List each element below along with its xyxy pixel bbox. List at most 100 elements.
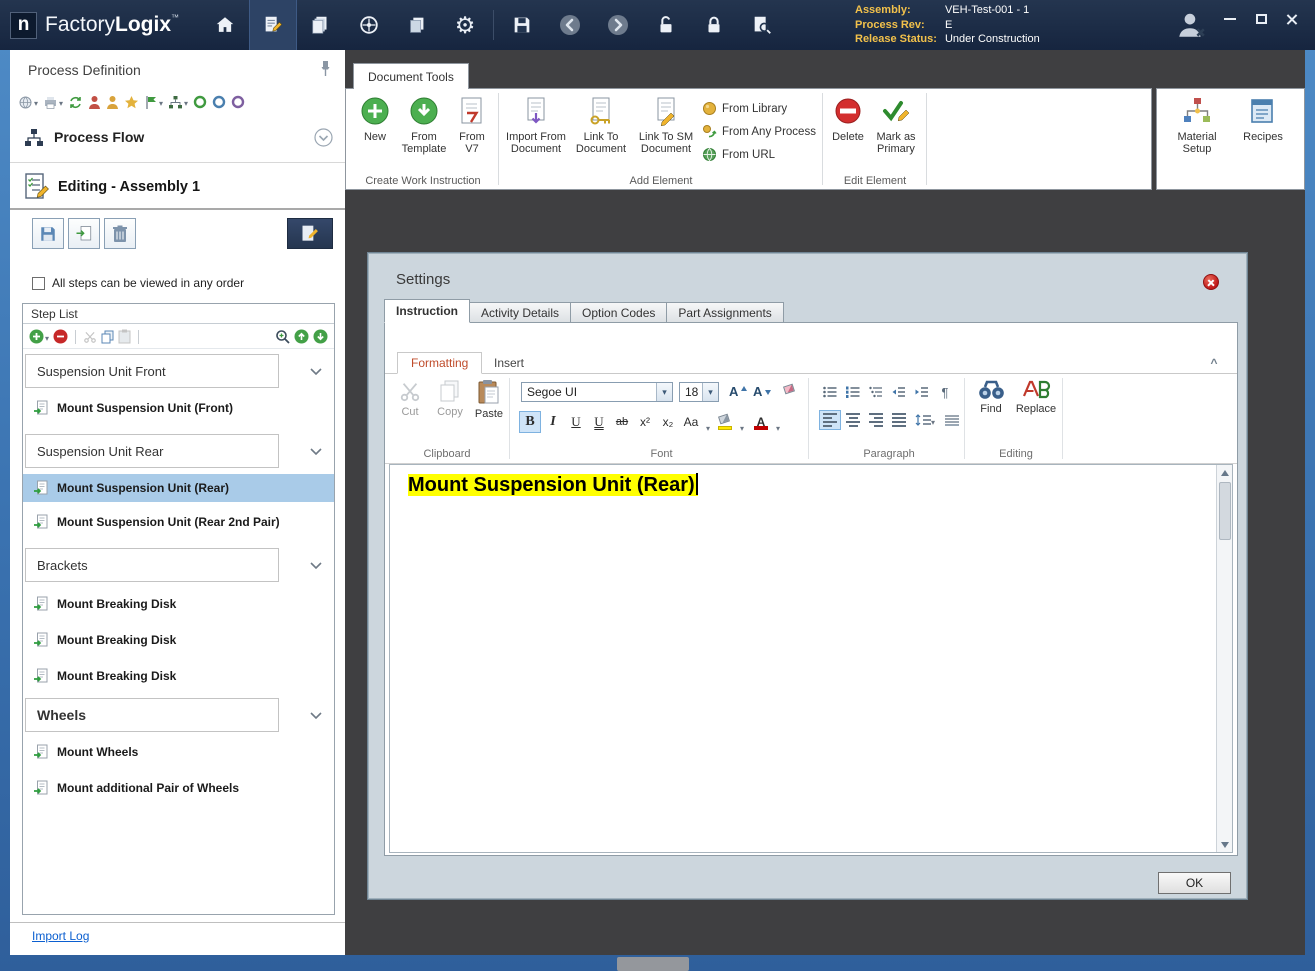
link-to-sm-document-button[interactable]: Link To SM Document [634, 93, 698, 173]
delete-process-button[interactable] [104, 218, 136, 249]
cut-step-button[interactable] [83, 330, 97, 344]
tree-view-button[interactable] [168, 93, 188, 111]
any-order-checkbox-row[interactable]: All steps can be viewed in any order [32, 276, 244, 290]
step-item[interactable]: Mount Suspension Unit (Front) [23, 394, 334, 421]
settings-button[interactable] [441, 0, 489, 50]
process-flow-row[interactable]: Process Flow [10, 120, 345, 156]
find-button[interactable]: Find [972, 379, 1010, 443]
tab-activity-details[interactable]: Activity Details [470, 302, 572, 323]
editor-scrollbar[interactable] [1216, 465, 1232, 852]
maximize-button[interactable] [1254, 12, 1268, 26]
process-documents-button[interactable] [297, 0, 345, 50]
release-button[interactable] [144, 93, 163, 111]
scrollbar-thumb[interactable] [1218, 482, 1231, 540]
line-spacing-button[interactable] [911, 410, 939, 430]
group-brackets[interactable]: Brackets [25, 548, 279, 582]
delete-element-button[interactable]: Delete [828, 93, 868, 173]
show-formatting-marks-button[interactable] [934, 382, 956, 402]
tab-option-codes[interactable]: Option Codes [571, 302, 668, 323]
import-log-link[interactable]: Import Log [32, 929, 89, 943]
close-dialog-button[interactable] [1203, 273, 1221, 291]
approvals-button[interactable] [124, 95, 139, 110]
step-item[interactable]: Mount Breaking Disk [23, 590, 334, 617]
mark-as-primary-button[interactable]: Mark as Primary [870, 93, 922, 173]
paste-button[interactable]: Paste [471, 379, 507, 443]
shading-button[interactable] [941, 410, 963, 430]
step-item[interactable]: Mount Breaking Disk [23, 662, 334, 689]
navigate-button[interactable] [345, 0, 393, 50]
link-to-document-button[interactable]: Link To Document [570, 93, 632, 173]
move-step-up-button[interactable] [294, 329, 309, 344]
align-left-button[interactable] [819, 410, 841, 430]
change-case-button[interactable] [680, 411, 702, 433]
font-family-select[interactable]: Segoe UI [521, 382, 673, 402]
status-blue-button[interactable] [212, 95, 226, 109]
zoom-step-button[interactable] [275, 329, 290, 344]
move-step-down-button[interactable] [313, 329, 328, 344]
step-item-selected[interactable]: Mount Suspension Unit (Rear) [23, 474, 334, 502]
sync-button[interactable] [68, 95, 83, 110]
recipes-button[interactable]: Recipes [1235, 93, 1291, 173]
tab-insert[interactable]: Insert [481, 352, 537, 374]
cut-button[interactable]: Cut [393, 379, 427, 443]
increase-indent-button[interactable] [911, 382, 933, 402]
redo-button[interactable] [594, 0, 642, 50]
multilevel-list-button[interactable] [865, 382, 887, 402]
font-size-select[interactable]: 18 [679, 382, 719, 402]
chevron-down-icon[interactable] [310, 712, 322, 719]
close-window-button[interactable] [1285, 12, 1299, 26]
document-tools-tab[interactable]: Document Tools [353, 63, 469, 89]
logout-user-button[interactable] [1175, 7, 1211, 43]
tab-formatting[interactable]: Formatting [397, 352, 483, 374]
save-button[interactable] [498, 0, 546, 50]
chevron-down-icon[interactable] [310, 448, 322, 455]
numbered-list-button[interactable] [842, 382, 864, 402]
new-instruction-button[interactable]: New [354, 93, 396, 173]
status-purple-button[interactable] [231, 95, 245, 109]
step-item[interactable]: Mount additional Pair of Wheels [23, 774, 334, 801]
step-item[interactable]: Mount Suspension Unit (Rear 2nd Pair) [23, 508, 334, 535]
minimize-button[interactable] [1223, 12, 1237, 26]
dropdown-arrow-icon[interactable] [702, 383, 718, 401]
align-right-button[interactable] [865, 410, 887, 430]
group-suspension-unit-front[interactable]: Suspension Unit Front [25, 354, 279, 388]
material-setup-button[interactable]: Material Setup [1167, 93, 1227, 173]
user-add-button[interactable] [106, 95, 119, 110]
justify-button[interactable] [888, 410, 910, 430]
globe-link-button[interactable] [18, 93, 38, 111]
bold-button[interactable] [519, 411, 541, 433]
align-center-button[interactable] [842, 410, 864, 430]
status-green-button[interactable] [193, 95, 207, 109]
copy-step-button[interactable] [101, 330, 114, 344]
from-any-process-button[interactable]: From Any Process [702, 124, 816, 139]
work-instruction-editor-button[interactable] [249, 0, 298, 50]
chevron-down-icon[interactable] [310, 562, 322, 569]
save-process-button[interactable] [32, 218, 64, 249]
user-remove-button[interactable] [88, 95, 101, 110]
undo-button[interactable] [546, 0, 594, 50]
scroll-up-button[interactable] [1217, 465, 1232, 480]
decrease-indent-button[interactable] [888, 382, 910, 402]
subscript-button[interactable] [657, 411, 679, 433]
from-url-button[interactable]: From URL [702, 147, 775, 162]
grow-font-button[interactable] [727, 381, 749, 403]
underline-button[interactable] [565, 411, 587, 433]
replace-button[interactable]: Replace [1012, 379, 1060, 443]
italic-button[interactable] [542, 411, 564, 433]
group-wheels[interactable]: Wheels [25, 698, 279, 732]
audit-search-button[interactable] [738, 0, 786, 50]
lock-button[interactable] [690, 0, 738, 50]
from-v7-button[interactable]: From V7 [452, 93, 492, 173]
tab-instruction[interactable]: Instruction [384, 299, 470, 323]
import-from-document-button[interactable]: Import From Document [504, 93, 568, 173]
tab-part-assignments[interactable]: Part Assignments [667, 302, 784, 323]
ok-button[interactable]: OK [1158, 872, 1231, 894]
editor-text-area[interactable]: Mount Suspension Unit (Rear) [392, 465, 1214, 852]
step-item[interactable]: Mount Breaking Disk [23, 626, 334, 653]
strikethrough-button[interactable] [611, 411, 633, 433]
add-step-button[interactable] [29, 328, 49, 346]
group-suspension-unit-rear[interactable]: Suspension Unit Rear [25, 434, 279, 468]
dropdown-arrow-icon[interactable] [656, 383, 672, 401]
scroll-down-button[interactable] [1217, 837, 1232, 852]
checkbox[interactable] [32, 276, 45, 290]
